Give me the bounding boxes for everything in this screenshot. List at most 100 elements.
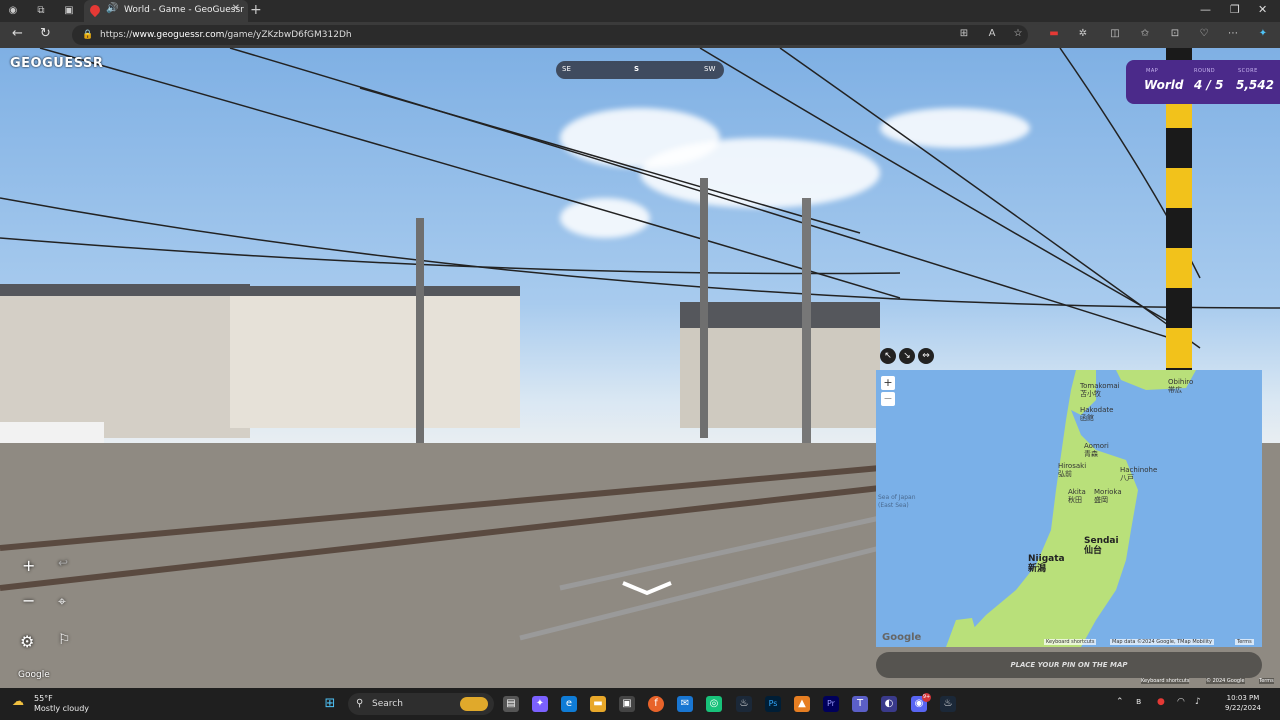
map-zoom-out-button[interactable]: −: [881, 392, 895, 406]
map-keyboard-shortcuts-link[interactable]: Keyboard shortcuts: [1044, 639, 1097, 645]
zoom-in-button[interactable]: +: [22, 556, 35, 575]
favorite-star-icon[interactable]: ☆: [1011, 27, 1025, 41]
back-button[interactable]: ←: [12, 26, 23, 41]
return-to-start-icon[interactable]: ⌖: [58, 594, 66, 610]
edge-icon[interactable]: e: [561, 696, 577, 712]
search-icon: ⚲: [356, 698, 364, 709]
wifi-icon[interactable]: ◠: [1177, 697, 1185, 707]
premiere-icon[interactable]: Pr: [823, 696, 839, 712]
windows-taskbar: ☁ 55°F Mostly cloudy ⊞ ⚲ Search ▤ ✦ e ▬ …: [0, 688, 1280, 720]
zoom-out-button[interactable]: −: [22, 591, 35, 610]
browser-essentials-icon[interactable]: ♡: [1197, 27, 1211, 41]
extension-icon[interactable]: ▬: [1047, 27, 1061, 41]
address-toolbar: ← ↻ 🔒 https://www.geoguessr.com/game/yZK…: [0, 22, 1280, 48]
workspaces-icon[interactable]: ⧉: [34, 4, 48, 18]
city-label: Hakodate 函館: [1080, 406, 1114, 422]
taskbar-search[interactable]: ⚲ Search: [348, 693, 494, 715]
compass-sw: SW: [704, 65, 716, 73]
flag-icon[interactable]: ⚐: [58, 632, 71, 648]
collections-icon[interactable]: ⊡: [1168, 27, 1182, 41]
copilot-icon[interactable]: ✦: [1256, 27, 1270, 41]
copilot-app-icon[interactable]: ✦: [532, 696, 548, 712]
map-terms-link[interactable]: Terms: [1235, 639, 1254, 645]
time: 10:03 PM: [1226, 694, 1260, 702]
new-tab-button[interactable]: +: [250, 2, 262, 18]
map-label: MAP: [1146, 68, 1159, 74]
settings-gear-icon[interactable]: ⚙: [20, 632, 34, 651]
tray-chevron-icon[interactable]: ⌃: [1116, 697, 1124, 707]
date: 9/22/2024: [1225, 704, 1261, 712]
city-label: Aomori 青森: [1084, 442, 1109, 458]
task-view-icon[interactable]: ▤: [503, 696, 519, 712]
url-path: /game/yZKzbwD6fGM312Dh: [224, 30, 352, 40]
guess-minimap[interactable]: + − Tomakomai 苫小牧 Obihiro 帯広 Hakodate 函館 Ao…: [876, 370, 1262, 647]
store-icon[interactable]: ▣: [619, 696, 635, 712]
city-label: Akita 秋田: [1068, 488, 1086, 504]
keyboard-shortcuts-link[interactable]: Keyboard shortcuts: [1141, 678, 1190, 684]
read-aloud-icon[interactable]: A: [985, 27, 999, 41]
map-data-attribution: Map data ©2024 Google, TMap Mobility: [1110, 639, 1214, 645]
close-tab-icon[interactable]: ✕: [232, 3, 240, 14]
browser-tab-bar: ◉ ⧉ ▣ 🔊 World - Game - GeoGuessr ✕ + — ❐…: [0, 0, 1280, 22]
tab-geoguessr[interactable]: 🔊 World - Game - GeoGuessr ✕: [84, 0, 248, 22]
copyright-label: © 2024 Google: [1206, 678, 1245, 684]
close-window-button[interactable]: ✕: [1258, 3, 1267, 16]
maximize-button[interactable]: ❐: [1230, 3, 1240, 16]
url-bar[interactable]: 🔒 https://www.geoguessr.com/game/yZKzbwD…: [72, 25, 1028, 45]
teams-icon[interactable]: T: [852, 696, 868, 712]
game-status-panel: MAP World ROUND 4 / 5 SCORE 5,542: [1126, 60, 1280, 104]
terms-link[interactable]: Terms: [1259, 678, 1274, 684]
split-screen-icon[interactable]: ◫: [1108, 27, 1122, 41]
url-prefix: https://: [100, 30, 133, 40]
windows-start-icon[interactable]: ⊞: [322, 696, 338, 712]
firefox-icon[interactable]: f: [648, 696, 664, 712]
volume-icon[interactable]: ♪: [1195, 697, 1201, 707]
vlc-icon[interactable]: ▲: [794, 696, 810, 712]
steam-icon-2[interactable]: ♨: [940, 696, 956, 712]
minimize-button[interactable]: —: [1200, 3, 1211, 16]
shrink-map-icon[interactable]: ↘: [899, 348, 915, 364]
microphone-icon[interactable]: ●: [1157, 697, 1165, 707]
score-value: 5,542: [1236, 78, 1274, 92]
search-label: Search: [372, 699, 403, 709]
pin-map-icon[interactable]: ⇔: [918, 348, 934, 364]
city-label: Hachinohe 八戸: [1120, 466, 1158, 482]
compass-s: S: [634, 65, 640, 73]
audio-icon[interactable]: 🔊: [106, 3, 118, 14]
settings-more-icon[interactable]: ⋯: [1226, 27, 1240, 41]
app-icon[interactable]: ◐: [881, 696, 897, 712]
temperature: 55°F: [34, 694, 53, 703]
geoguessr-logo[interactable]: GEOGUESSR: [10, 56, 103, 71]
search-highlight-icon: [460, 697, 488, 711]
round-value: 4 / 5: [1194, 78, 1224, 92]
round-label: ROUND: [1194, 68, 1216, 74]
compass-se: SE: [562, 65, 571, 73]
street-view-panorama[interactable]: GEOGUESSR SE S SW MAP World ROUND 4 / 5 …: [0, 48, 1280, 688]
city-label: Niigata 新潟: [1028, 554, 1065, 574]
photoshop-icon[interactable]: Ps: [765, 696, 781, 712]
lock-icon[interactable]: 🔒: [82, 25, 93, 45]
expand-map-icon[interactable]: ↖: [880, 348, 896, 364]
map-zoom-in-button[interactable]: +: [881, 376, 895, 390]
profile-icon[interactable]: ◉: [6, 4, 20, 18]
city-label: Tomakomai 苫小牧: [1080, 382, 1120, 398]
bluetooth-icon[interactable]: ʙ: [1136, 697, 1141, 707]
steam-icon[interactable]: ♨: [736, 696, 752, 712]
xbox-icon[interactable]: ◎: [706, 696, 722, 712]
clock[interactable]: 10:03 PM 9/22/2024: [1212, 693, 1274, 713]
place-pin-button[interactable]: PLACE YOUR PIN ON THE MAP: [876, 652, 1262, 678]
refresh-button[interactable]: ↻: [40, 26, 51, 41]
file-explorer-icon[interactable]: ▬: [590, 696, 606, 712]
weather-condition: Mostly cloudy: [34, 704, 89, 713]
tab-actions-icon[interactable]: ▣: [62, 4, 76, 18]
favorites-icon[interactable]: ✩: [1138, 27, 1152, 41]
extensions-puzzle-icon[interactable]: ✲: [1076, 27, 1090, 41]
city-label: Morioka 盛岡: [1094, 488, 1122, 504]
google-map-logo: Google: [882, 632, 922, 643]
mail-icon[interactable]: ✉: [677, 696, 693, 712]
tab-title: World - Game - GeoGuessr: [124, 5, 244, 15]
google-watermark: Google: [18, 670, 50, 680]
undo-icon[interactable]: ↩: [58, 556, 68, 570]
app-available-icon[interactable]: ⊞: [957, 27, 971, 41]
cloudy-weather-icon: ☁: [12, 694, 24, 708]
